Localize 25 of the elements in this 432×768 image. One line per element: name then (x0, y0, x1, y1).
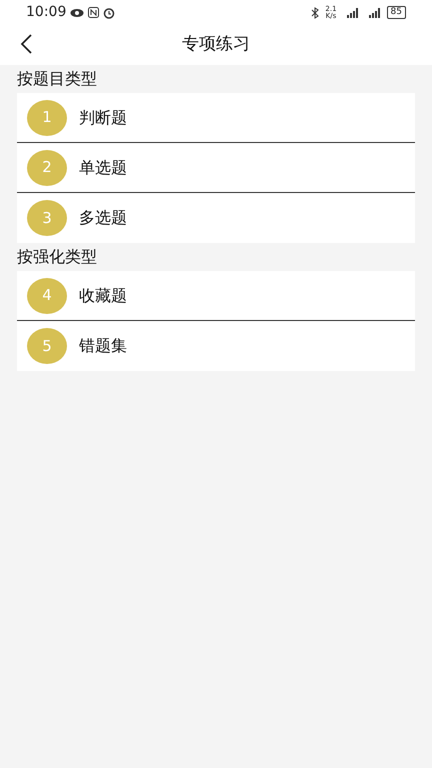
practice-item[interactable]: 3 多选题 (17, 193, 415, 243)
number-badge: 3 (27, 200, 67, 236)
eye-icon (70, 8, 84, 18)
item-label: 单选题 (79, 156, 127, 178)
back-icon (20, 34, 32, 54)
item-label: 错题集 (79, 335, 127, 357)
item-label: 判断题 (79, 106, 127, 128)
number-badge: 4 (27, 278, 67, 314)
practice-item[interactable]: 4 收藏题 (17, 271, 415, 321)
item-label: 多选题 (79, 207, 127, 229)
section-title: 按强化类型 (17, 246, 98, 268)
section-title: 按题目类型 (17, 68, 98, 90)
battery-level: 85 (386, 6, 406, 19)
alarm-icon (103, 6, 116, 18)
practice-item[interactable]: 1 判断题 (17, 93, 415, 143)
status-time: 10:09 (26, 3, 66, 22)
number-badge: 1 (27, 100, 67, 136)
item-label: 收藏题 (79, 284, 127, 306)
bluetooth-icon (311, 6, 320, 18)
number-badge: 5 (27, 328, 67, 364)
number-badge: 2 (27, 150, 67, 186)
practice-item[interactable]: 2 单选题 (17, 143, 415, 193)
page-title: 专项练习 (182, 33, 250, 56)
nfc-icon (88, 7, 100, 18)
practice-item[interactable]: 5 错题集 (17, 321, 415, 371)
